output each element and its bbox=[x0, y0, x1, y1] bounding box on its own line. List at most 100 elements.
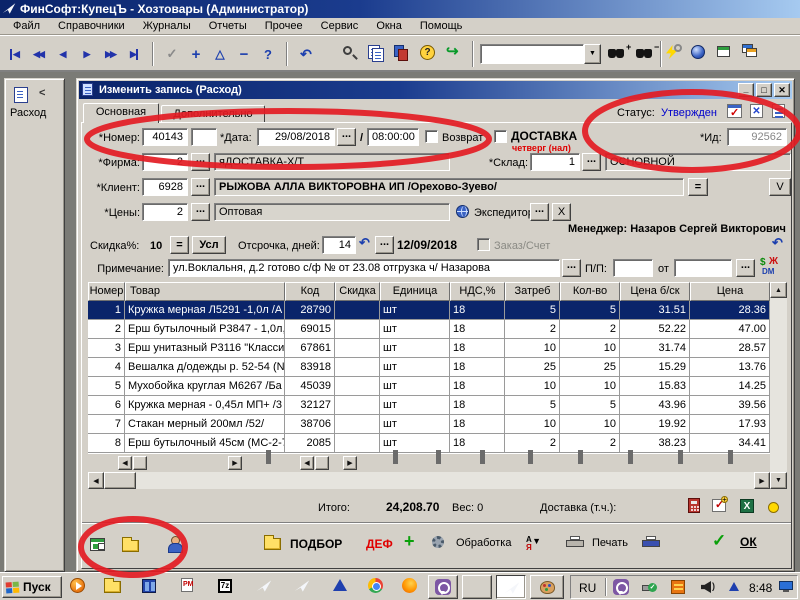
prev-fast-button[interactable]: ◀◀ bbox=[26, 42, 50, 66]
menu-item[interactable]: Отчеты bbox=[200, 20, 256, 32]
add-record-button[interactable]: + bbox=[184, 42, 208, 66]
refresh-button[interactable]: ↶ bbox=[772, 235, 783, 251]
task-button-laptop[interactable] bbox=[462, 575, 492, 599]
expeditor-browse-button[interactable]: ... bbox=[530, 203, 549, 221]
menu-item[interactable]: Помощь bbox=[411, 20, 472, 32]
return-label[interactable]: Возврат bbox=[442, 131, 483, 145]
table-vscrollbar[interactable] bbox=[770, 282, 787, 489]
column-scroll-left-button[interactable]: ◀ bbox=[118, 456, 132, 470]
ok-button[interactable]: ✓ ОК bbox=[712, 531, 782, 555]
column-header[interactable]: Товар bbox=[125, 282, 285, 301]
prices-browse-button[interactable]: ... bbox=[191, 203, 210, 221]
task-button-viber[interactable] bbox=[428, 575, 458, 599]
column-header[interactable]: Затреб bbox=[505, 282, 560, 301]
hscroll-thumb[interactable] bbox=[104, 472, 136, 489]
note-browse-button[interactable]: ... bbox=[562, 259, 581, 277]
table-hscrollbar[interactable] bbox=[88, 472, 770, 489]
table-row[interactable]: 8Ерш бутылочный 45см (МС-2-72085шт182238… bbox=[88, 434, 770, 453]
discount-usl-button[interactable]: Усл bbox=[192, 236, 226, 254]
column-header[interactable]: Код bbox=[285, 282, 335, 301]
table-row[interactable]: 2Ерш бутылочный Р3847 - 1,0л,69015шт1822… bbox=[88, 320, 770, 339]
column-header[interactable]: Скидка bbox=[335, 282, 380, 301]
menu-item[interactable]: Прочее bbox=[256, 20, 312, 32]
globe-icon[interactable] bbox=[456, 205, 469, 218]
defer-undo-button[interactable]: ↶ bbox=[359, 235, 370, 251]
column-scroll-thumb[interactable] bbox=[315, 456, 329, 470]
edit-record-button[interactable]: △ bbox=[208, 42, 232, 66]
column-header[interactable]: Кол-во bbox=[560, 282, 620, 301]
table-row[interactable]: 4Вешалка д/одежды р. 52-54 (N83918шт1825… bbox=[88, 358, 770, 377]
prev-button[interactable]: ◀ bbox=[50, 42, 74, 66]
defer-days-field[interactable]: 14 bbox=[322, 236, 356, 254]
delivery-label[interactable]: ДОСТАВКА bbox=[511, 129, 577, 143]
pp-field[interactable] bbox=[613, 259, 653, 277]
menu-item[interactable]: Справочники bbox=[49, 20, 134, 32]
sidebar-collapse-button[interactable]: < bbox=[39, 87, 45, 99]
clock[interactable]: 8:48 bbox=[749, 581, 772, 595]
tab-main[interactable]: Основная bbox=[83, 103, 159, 123]
podbor-button[interactable]: ПОДБОР bbox=[264, 534, 374, 556]
column-header[interactable]: Цена bbox=[690, 282, 770, 301]
menu-item[interactable]: Файл bbox=[4, 20, 49, 32]
minimize-button[interactable]: _ bbox=[738, 83, 754, 97]
document-icon[interactable] bbox=[14, 87, 28, 103]
sphere-button[interactable] bbox=[691, 45, 705, 59]
maximize-button[interactable]: □ bbox=[756, 83, 772, 97]
menu-item[interactable]: Сервис bbox=[312, 20, 368, 32]
next-button[interactable]: ▶ bbox=[74, 42, 98, 66]
search-dropdown-button[interactable]: ▼ bbox=[584, 44, 601, 64]
table-row[interactable]: 7Стакан мерный 200мл /52/38706шт18101019… bbox=[88, 415, 770, 434]
delete-record-button[interactable]: − bbox=[232, 42, 256, 66]
def-button[interactable]: ДЕФ bbox=[366, 537, 393, 551]
scroll-left-button[interactable]: ◀ bbox=[88, 472, 104, 489]
add-position-button[interactable]: + bbox=[404, 531, 415, 552]
close-button[interactable]: ✕ bbox=[774, 83, 790, 97]
scroll-up-button[interactable]: ▲ bbox=[770, 282, 787, 298]
number-extra-field[interactable] bbox=[191, 128, 217, 146]
tab-extra[interactable]: Дополнительно bbox=[161, 105, 265, 123]
client-code-field[interactable]: 6928 bbox=[142, 178, 188, 196]
date-browse-button[interactable]: ... bbox=[337, 128, 356, 146]
time-field[interactable]: 08:00:00 bbox=[367, 128, 419, 146]
search-input[interactable] bbox=[480, 44, 584, 64]
pp-browse-button[interactable]: ... bbox=[736, 259, 755, 277]
defer-browse-button[interactable]: ... bbox=[375, 236, 394, 254]
column-scroll-right-button[interactable]: ▶ bbox=[228, 456, 242, 470]
currency-icon[interactable]: $ Ж DM bbox=[760, 258, 778, 274]
column-scroll-left-button[interactable]: ◀ bbox=[300, 456, 314, 470]
scroll-right-button[interactable]: ▶ bbox=[754, 472, 770, 489]
expeditor-clear-button[interactable]: X bbox=[552, 203, 571, 221]
table-row[interactable]: 5Мухобойка круглая М6267 /Ба45039шт18101… bbox=[88, 377, 770, 396]
firm-code-field[interactable]: 2 bbox=[142, 153, 188, 171]
last-record-button[interactable]: ▶ bbox=[122, 42, 146, 66]
stock-browse-button[interactable]: ... bbox=[582, 153, 601, 171]
note-field[interactable]: ул.Воклальня, д.2 готово с/ф № от 23.08 … bbox=[168, 259, 560, 277]
undo-button[interactable]: ↶ bbox=[294, 42, 318, 66]
first-record-button[interactable]: ◀ bbox=[2, 42, 26, 66]
column-scroll-thumb[interactable] bbox=[133, 456, 147, 470]
number-field[interactable]: 40143 bbox=[142, 128, 188, 146]
prices-code-field[interactable]: 2 bbox=[142, 203, 188, 221]
column-scroll-right-button[interactable]: ▶ bbox=[343, 456, 357, 470]
delivery-checkbox[interactable] bbox=[494, 130, 507, 143]
client-v-button[interactable]: V bbox=[769, 178, 791, 196]
order-checkbox[interactable] bbox=[477, 238, 490, 251]
table-row[interactable]: 1Кружка мерная Л5291 -1,0л /А28790шт1855… bbox=[88, 301, 770, 320]
help-button[interactable]: ? bbox=[420, 45, 435, 60]
start-button[interactable]: Пуск bbox=[2, 576, 62, 598]
help-what-button[interactable]: ? bbox=[256, 42, 280, 66]
return-checkbox[interactable] bbox=[425, 130, 438, 143]
menu-item[interactable]: Журналы bbox=[134, 20, 200, 32]
menu-item[interactable]: Окна bbox=[367, 20, 411, 32]
column-header[interactable]: Номер bbox=[88, 282, 125, 301]
column-header[interactable]: Цена б/ск bbox=[620, 282, 690, 301]
client-browse-button[interactable]: ... bbox=[191, 178, 210, 196]
date-field[interactable]: 29/08/2018 bbox=[257, 128, 335, 146]
quick-find-button[interactable] bbox=[666, 44, 684, 62]
column-header[interactable]: НДС,% bbox=[450, 282, 505, 301]
next-fast-button[interactable]: ▶▶ bbox=[98, 42, 122, 66]
client-equals-button[interactable]: = bbox=[688, 178, 708, 196]
scroll-down-button[interactable]: ▼ bbox=[770, 472, 787, 489]
redo-button[interactable]: ↪ bbox=[446, 42, 459, 60]
column-header[interactable]: Единица bbox=[380, 282, 450, 301]
